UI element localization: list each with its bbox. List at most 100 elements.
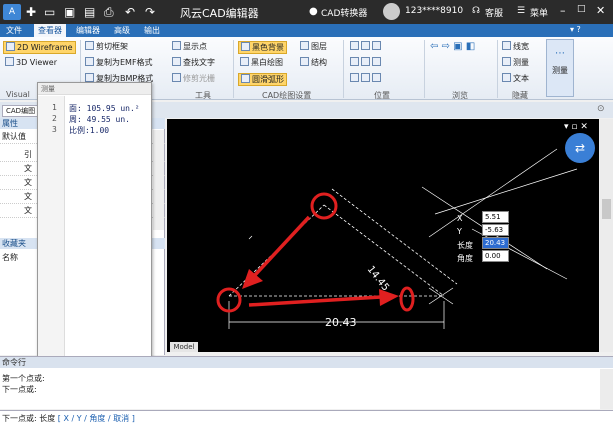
command-prompt: 下一点或: 长度 [2, 414, 56, 423]
background-icon [241, 42, 250, 51]
tab-document[interactable]: CAD编图 [2, 105, 40, 117]
app-logo-icon: A [3, 4, 21, 20]
line-width-button[interactable]: 线宽 [502, 41, 529, 52]
copy-emf-button[interactable]: 复制为EMF格式 [85, 57, 153, 68]
ribbon-option-icon[interactable]: ▾ ? [566, 25, 585, 34]
group-tools-label: 工具 [195, 91, 211, 100]
2d-wireframe-button[interactable]: 2D Wireframe [3, 41, 76, 54]
headset-icon[interactable]: ☊ [472, 6, 480, 16]
scroll-thumb[interactable] [602, 199, 611, 219]
zoom-extents-icon[interactable] [350, 57, 383, 68]
print-icon[interactable]: ⎙ [104, 4, 114, 20]
command-scrollbar[interactable] [600, 369, 613, 409]
close-icon[interactable]: ✕ [596, 4, 605, 17]
raster-icon [172, 73, 181, 82]
text-button[interactable]: 文本 [502, 73, 529, 84]
command-panel: 命令行 第一个点或: 下一点或: [0, 356, 613, 409]
translate-icon[interactable]: ⇄ [565, 133, 595, 163]
arc-icon [241, 74, 250, 83]
properties-scrollbar[interactable] [153, 130, 164, 230]
nav-arrows-icon[interactable]: ⇦ ⇨ ▣ ◧ [430, 41, 475, 52]
line-gutter [38, 96, 65, 364]
measure-large-button[interactable]: ⋯ 测量 [546, 39, 574, 97]
divider [497, 40, 498, 98]
tab-viewer[interactable]: 查看器 [34, 24, 66, 37]
coord-x-input[interactable]: 5.51 [482, 211, 509, 223]
black-white-button[interactable]: 黑白绘图 [240, 57, 283, 68]
group-hide-label: 隐藏 [512, 91, 528, 100]
command-header: 命令行 [0, 357, 613, 368]
perimeter-value: 周: 49.55 un. [69, 115, 130, 124]
new-icon[interactable]: ✚ [26, 4, 36, 20]
menu-bar: 文件 查看器 编辑器 高级 输出 ▾ ? [0, 24, 613, 37]
angle-input[interactable]: 0.00 [482, 250, 509, 262]
copy-icon [85, 57, 94, 66]
tabs-dropdown-icon[interactable]: ⊙ [597, 104, 605, 114]
save-as-icon[interactable]: ▤ [84, 4, 95, 20]
black-background-button[interactable]: 黑色背景 [238, 41, 287, 54]
point-icon [172, 41, 181, 50]
measured-triangle [228, 188, 458, 297]
length-input[interactable]: 20.43 [482, 237, 509, 249]
model-tab[interactable]: Model [170, 342, 198, 352]
coord-y-input[interactable]: -5.63 [482, 224, 509, 236]
menu-button[interactable]: 菜单 [530, 6, 548, 19]
group-browse-label: 浏览 [452, 91, 468, 100]
tab-advanced[interactable]: 高级 [110, 25, 134, 36]
converter-icon[interactable]: ● [309, 6, 318, 17]
show-points-button[interactable]: 显示点 [172, 41, 207, 52]
divider [233, 40, 234, 98]
command-options[interactable]: [ X / Y / 角度 / 取消 ] [58, 414, 135, 423]
maximize-icon[interactable]: □ [577, 4, 586, 14]
measurement-popup: 测量 1 面: 105.95 un.² 2 周: 49.55 un. 3 比例:… [37, 82, 152, 365]
3d-viewer-button[interactable]: 3D Viewer [5, 57, 57, 68]
title-bar: A ✚ ▭ ▣ ▤ ⎙ ↶ ↷ 风云CAD编辑器 ● CAD转换器 123***… [0, 0, 613, 24]
avatar[interactable] [383, 3, 400, 20]
redo-icon[interactable]: ↷ [145, 4, 155, 20]
line-number: 1 [52, 103, 57, 112]
line-number: 3 [52, 125, 57, 134]
measure-small-button[interactable]: 测量 [502, 57, 529, 68]
length-label: 长度 [457, 241, 473, 250]
menu-icon[interactable]: ☰ [517, 6, 525, 16]
measure-icon: ⋯ [555, 48, 565, 59]
canvas-scrollbar[interactable] [600, 119, 613, 352]
zoom-rotate-icon[interactable] [350, 73, 383, 84]
undo-icon[interactable]: ↶ [125, 4, 135, 20]
open-icon[interactable]: ▭ [44, 4, 55, 20]
group-visual-label: Visual [6, 90, 30, 99]
command-input[interactable]: 下一点或: 长度 [ X / Y / 角度 / 取消 ] [0, 410, 613, 426]
minimize-icon[interactable]: – [560, 4, 566, 17]
command-history-line: 第一个点或: [2, 374, 45, 383]
scale-value: 比例:1.00 [69, 126, 110, 135]
structure-icon [300, 57, 309, 66]
coord-y-label: Y [457, 227, 462, 236]
find-text-button[interactable]: 查找文字 [172, 57, 215, 68]
dimension-bottom-label: 20.43 [325, 316, 357, 329]
layers-button[interactable]: 图层 [300, 41, 327, 52]
ruler-icon [502, 57, 511, 66]
line-number: 2 [52, 114, 57, 123]
structure-button[interactable]: 结构 [300, 57, 327, 68]
converter-button[interactable]: CAD转换器 [321, 6, 367, 19]
canvas-window-controls[interactable]: ▾ ▫ ✕ [564, 122, 588, 132]
smooth-arc-button[interactable]: 圆滑弧形 [238, 73, 287, 86]
command-history-line: 下一点或: [2, 385, 37, 394]
wireframe-icon [6, 42, 15, 51]
layers-icon [300, 41, 309, 50]
user-name[interactable]: 123****8910 [405, 6, 463, 16]
clip-frame-button[interactable]: 剪切框架 [85, 41, 128, 52]
trim-raster-button[interactable]: 修剪光栅 [172, 73, 215, 84]
group-settings-label: CAD绘图设置 [262, 91, 312, 100]
drawing-canvas[interactable]: 20.43 14.45 ▾ ▫ ✕ ⇄ X 5.51 Y -5.63 长度 20… [167, 119, 599, 352]
text-icon [502, 73, 511, 82]
service-button[interactable]: 客服 [485, 6, 503, 19]
tab-editor[interactable]: 编辑器 [72, 25, 104, 36]
scissors-icon [85, 41, 94, 50]
save-icon[interactable]: ▣ [64, 4, 75, 20]
file-menu[interactable]: 文件 [2, 25, 26, 36]
tab-output[interactable]: 输出 [140, 25, 164, 36]
divider [343, 40, 344, 98]
zoom-window-icon[interactable] [350, 41, 383, 52]
dimension-slant-label: 14.45 [365, 264, 391, 293]
